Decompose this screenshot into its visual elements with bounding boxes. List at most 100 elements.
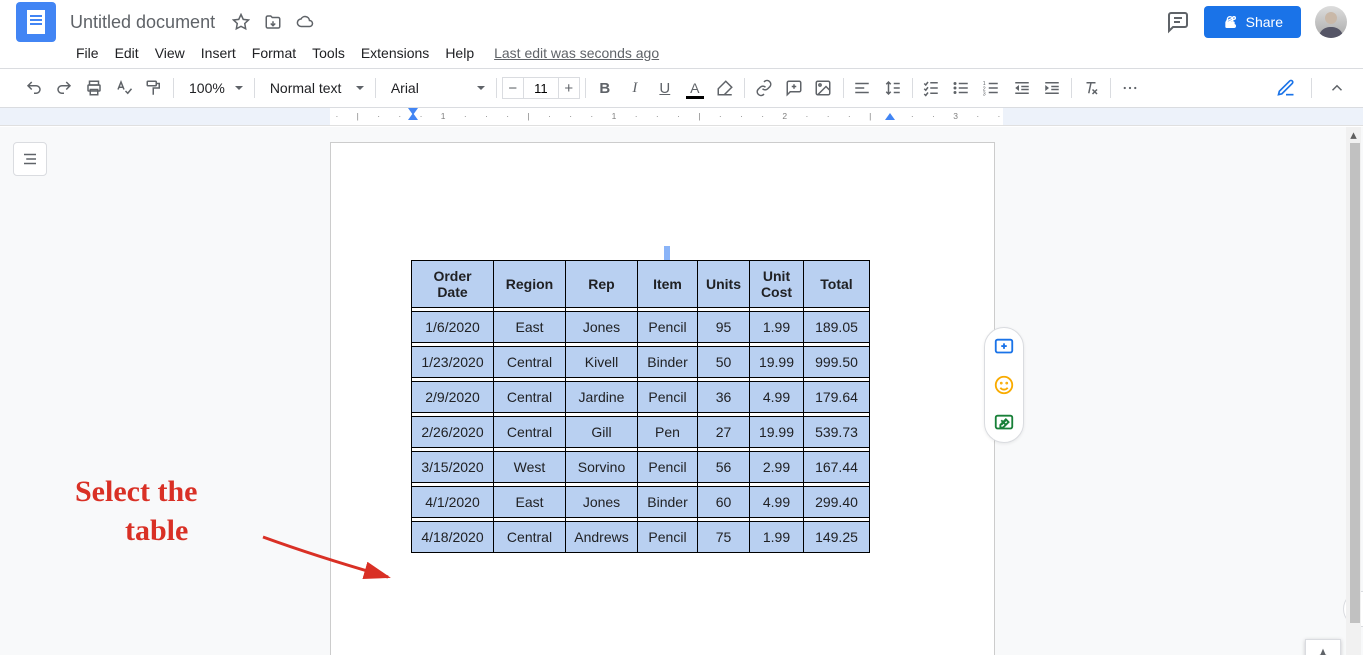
table-cell[interactable]: 149.25: [804, 522, 870, 553]
table-cell[interactable]: 999.50: [804, 347, 870, 378]
insert-image-button[interactable]: [810, 74, 838, 102]
table-header[interactable]: Region: [494, 261, 566, 308]
table-cell[interactable]: 299.40: [804, 487, 870, 518]
menu-edit[interactable]: Edit: [107, 41, 147, 65]
table-cell[interactable]: Andrews: [566, 522, 638, 553]
numbered-list-button[interactable]: 123: [978, 74, 1006, 102]
table-cell[interactable]: 1/6/2020: [412, 312, 494, 343]
menu-view[interactable]: View: [147, 41, 193, 65]
table-cell[interactable]: 4.99: [750, 382, 804, 413]
document-canvas[interactable]: OrderDateRegionRepItemUnitsUnitCostTotal…: [0, 127, 1363, 655]
zoom-select[interactable]: 100%: [179, 74, 249, 102]
spellcheck-button[interactable]: [110, 74, 138, 102]
table-cell[interactable]: 19.99: [750, 417, 804, 448]
table-cell[interactable]: Sorvino: [566, 452, 638, 483]
table-cell[interactable]: 56: [698, 452, 750, 483]
emoji-reaction-icon[interactable]: [993, 374, 1015, 396]
table-header[interactable]: Total: [804, 261, 870, 308]
menu-help[interactable]: Help: [437, 41, 482, 65]
italic-button[interactable]: I: [621, 74, 649, 102]
menu-extensions[interactable]: Extensions: [353, 41, 437, 65]
print-button[interactable]: [80, 74, 108, 102]
table-cell[interactable]: Pencil: [638, 522, 698, 553]
editing-mode-button[interactable]: [1268, 74, 1308, 102]
vertical-scrollbar[interactable]: ▴ ▾: [1346, 127, 1361, 655]
table-cell[interactable]: Pencil: [638, 382, 698, 413]
table-row[interactable]: 1/6/2020EastJonesPencil951.99189.05: [412, 312, 870, 343]
table-cell[interactable]: Central: [494, 417, 566, 448]
table-cell[interactable]: 60: [698, 487, 750, 518]
font-size-decrease[interactable]: −: [502, 77, 524, 99]
table-cell[interactable]: Binder: [638, 347, 698, 378]
suggest-edits-icon[interactable]: [993, 412, 1015, 434]
bold-button[interactable]: B: [591, 74, 619, 102]
table-cell[interactable]: Pencil: [638, 312, 698, 343]
table-cell[interactable]: 1.99: [750, 312, 804, 343]
explore-button[interactable]: [1305, 639, 1341, 655]
table-cell[interactable]: Pen: [638, 417, 698, 448]
table-cell[interactable]: 189.05: [804, 312, 870, 343]
table-header[interactable]: Rep: [566, 261, 638, 308]
table-cell[interactable]: 50: [698, 347, 750, 378]
star-icon[interactable]: [229, 10, 253, 34]
table-row[interactable]: 2/9/2020CentralJardinePencil364.99179.64: [412, 382, 870, 413]
menu-tools[interactable]: Tools: [304, 41, 353, 65]
left-indent-marker[interactable]: [408, 113, 418, 120]
table-header[interactable]: UnitCost: [750, 261, 804, 308]
table-cell[interactable]: Gill: [566, 417, 638, 448]
table-header[interactable]: OrderDate: [412, 261, 494, 308]
text-color-button[interactable]: A: [681, 74, 709, 102]
table-cell[interactable]: Kivell: [566, 347, 638, 378]
font-size-input[interactable]: [524, 77, 558, 99]
table-cell[interactable]: 75: [698, 522, 750, 553]
table-cell[interactable]: Jones: [566, 487, 638, 518]
underline-button[interactable]: U: [651, 74, 679, 102]
insert-link-button[interactable]: [750, 74, 778, 102]
table-cell[interactable]: 36: [698, 382, 750, 413]
menu-insert[interactable]: Insert: [193, 41, 244, 65]
table-cell[interactable]: 167.44: [804, 452, 870, 483]
scroll-thumb[interactable]: [1350, 143, 1360, 623]
cloud-status-icon[interactable]: [293, 10, 317, 34]
undo-button[interactable]: [20, 74, 48, 102]
add-comment-icon[interactable]: [993, 336, 1015, 358]
table-cell[interactable]: 4.99: [750, 487, 804, 518]
table-cell[interactable]: 2.99: [750, 452, 804, 483]
horizontal-ruler[interactable]: 2 · · · | · · · 1 · · · | · · · 1 · · · …: [0, 108, 1363, 126]
indent-decrease-button[interactable]: [1008, 74, 1036, 102]
table-row[interactable]: 4/1/2020EastJonesBinder604.99299.40: [412, 487, 870, 518]
table-cell[interactable]: Jones: [566, 312, 638, 343]
table-cell[interactable]: 539.73: [804, 417, 870, 448]
table-cell[interactable]: East: [494, 312, 566, 343]
paragraph-style-select[interactable]: Normal text: [260, 74, 370, 102]
table-cell[interactable]: 4/1/2020: [412, 487, 494, 518]
table-cell[interactable]: 4/18/2020: [412, 522, 494, 553]
indent-increase-button[interactable]: [1038, 74, 1066, 102]
scroll-up-arrow[interactable]: ▴: [1346, 127, 1361, 142]
table-cell[interactable]: West: [494, 452, 566, 483]
last-edit-link[interactable]: Last edit was seconds ago: [494, 45, 659, 61]
table-cell[interactable]: Central: [494, 522, 566, 553]
table-cell[interactable]: East: [494, 487, 566, 518]
table-row[interactable]: 3/15/2020WestSorvinoPencil562.99167.44: [412, 452, 870, 483]
table-cell[interactable]: 2/26/2020: [412, 417, 494, 448]
highlight-button[interactable]: [711, 74, 739, 102]
align-button[interactable]: [849, 74, 877, 102]
font-size-increase[interactable]: +: [558, 77, 580, 99]
line-spacing-button[interactable]: [879, 74, 907, 102]
table-header[interactable]: Units: [698, 261, 750, 308]
insert-comment-button[interactable]: [780, 74, 808, 102]
table-cell[interactable]: Binder: [638, 487, 698, 518]
table-cell[interactable]: 27: [698, 417, 750, 448]
share-button[interactable]: Share: [1204, 6, 1301, 38]
account-avatar[interactable]: [1315, 6, 1347, 38]
table-cell[interactable]: Central: [494, 382, 566, 413]
table-row[interactable]: 1/23/2020CentralKivellBinder5019.99999.5…: [412, 347, 870, 378]
show-outline-button[interactable]: [13, 142, 47, 176]
table-cell[interactable]: 3/15/2020: [412, 452, 494, 483]
menu-file[interactable]: File: [68, 41, 107, 65]
font-select[interactable]: Arial: [381, 74, 491, 102]
redo-button[interactable]: [50, 74, 78, 102]
table-cell[interactable]: 1.99: [750, 522, 804, 553]
table-cell[interactable]: Central: [494, 347, 566, 378]
